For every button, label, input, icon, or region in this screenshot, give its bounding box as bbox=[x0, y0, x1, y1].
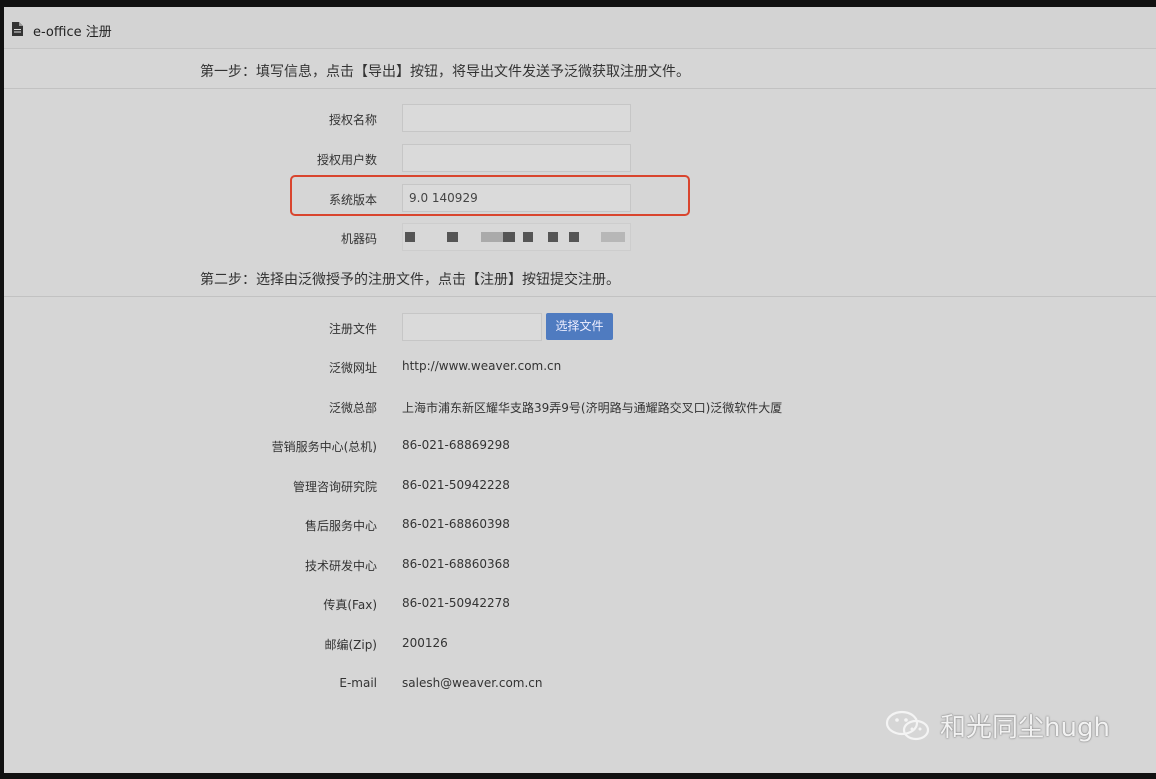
pixelation-block bbox=[503, 232, 515, 242]
title-bar: e-office 注册 bbox=[4, 7, 1156, 49]
wechat-icon bbox=[885, 710, 930, 741]
info-label-after-sales: 售后服务中心 bbox=[304, 519, 377, 533]
info-value-rnd: 86-021-68860368 bbox=[402, 557, 510, 571]
window-title: e-office 注册 bbox=[33, 25, 112, 40]
document-icon bbox=[12, 22, 23, 36]
info-label-sales-center: 营销服务中心(总机) bbox=[271, 440, 377, 454]
info-value-after-sales: 86-021-68860398 bbox=[402, 517, 510, 531]
pixelation-block bbox=[601, 232, 625, 242]
license-users-input[interactable] bbox=[402, 144, 631, 172]
register-file-input[interactable] bbox=[402, 313, 542, 341]
info-value-email[interactable]: salesh@weaver.com.cn bbox=[402, 676, 543, 690]
info-value-headquarters: 上海市浦东新区耀华支路39弄9号(济明路与通耀路交叉口)泛微软件大厦 bbox=[402, 401, 783, 415]
info-label-fax: 传真(Fax) bbox=[323, 598, 377, 612]
machine-code-field[interactable] bbox=[402, 223, 631, 251]
divider bbox=[4, 296, 1156, 297]
choose-file-button[interactable]: 选择文件 bbox=[546, 313, 613, 340]
license-name-label: 授权名称 bbox=[328, 113, 377, 127]
info-value-fax: 86-021-50942278 bbox=[402, 596, 510, 610]
license-name-input[interactable] bbox=[402, 104, 631, 132]
pixelation-block bbox=[447, 232, 458, 242]
info-label-headquarters: 泛微总部 bbox=[328, 401, 377, 415]
info-value-consulting: 86-021-50942228 bbox=[402, 478, 510, 492]
pixelation-block bbox=[569, 232, 579, 242]
info-value-website[interactable]: http://www.weaver.com.cn bbox=[402, 359, 561, 373]
highlight-annotation bbox=[290, 175, 690, 216]
step2-text: 第二步：选择由泛微授予的注册文件，点击【注册】按钮提交注册。 bbox=[200, 272, 620, 288]
info-label-zip: 邮编(Zip) bbox=[324, 638, 377, 652]
info-value-zip: 200126 bbox=[402, 636, 448, 650]
pixelation-block bbox=[405, 232, 415, 242]
pixelation-block bbox=[523, 232, 533, 242]
machine-code-label: 机器码 bbox=[340, 232, 377, 246]
info-label-consulting: 管理咨询研究院 bbox=[292, 480, 377, 494]
divider bbox=[4, 88, 1156, 89]
registration-window: e-office 注册 第一步：填写信息，点击【导出】按钮，将导出文件发送予泛微… bbox=[4, 7, 1156, 773]
info-label-email: E-mail bbox=[339, 676, 377, 690]
pixelation-block bbox=[481, 232, 503, 242]
info-label-rnd: 技术研发中心 bbox=[304, 559, 377, 573]
pixelation-block bbox=[548, 232, 558, 242]
license-users-label: 授权用户数 bbox=[316, 153, 377, 167]
step1-text: 第一步：填写信息，点击【导出】按钮，将导出文件发送予泛微获取注册文件。 bbox=[200, 64, 690, 80]
info-value-sales-center: 86-021-68869298 bbox=[402, 438, 510, 452]
info-label-website: 泛微网址 bbox=[328, 361, 377, 375]
watermark-text: 和光同尘hugh bbox=[940, 713, 1110, 743]
register-file-label: 注册文件 bbox=[328, 322, 377, 336]
